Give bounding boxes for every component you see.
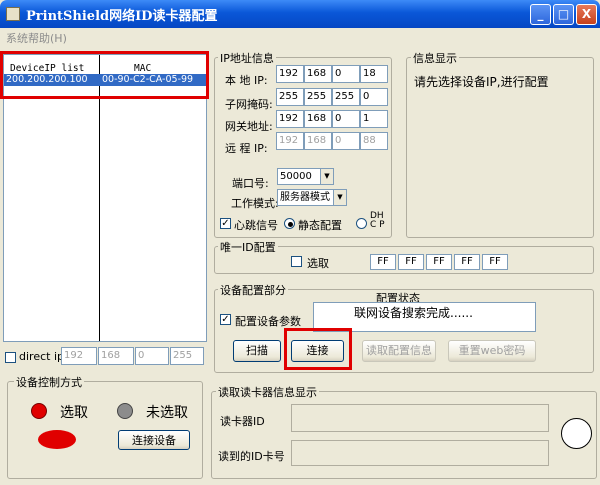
status-led-icon (38, 430, 76, 449)
info-display-legend: 信息显示 (411, 50, 459, 66)
reader-id-field[interactable] (291, 404, 549, 432)
gateway-octet-4[interactable]: 1 (360, 110, 388, 128)
unique-id-byte-3[interactable]: FF (426, 254, 452, 270)
remote-ip-label: 远 程 IP: (225, 142, 268, 155)
direct-ip-checkbox[interactable] (5, 352, 16, 363)
gateway-octet-3[interactable]: 0 (332, 110, 360, 128)
remote-ip-octet-3[interactable]: 0 (332, 132, 360, 150)
direct-ip-label: direct ip (19, 350, 64, 363)
local-ip-octet-3[interactable]: 0 (332, 65, 360, 83)
direct-ip-octet-3[interactable]: 0 (135, 347, 169, 365)
unique-id-byte-4[interactable]: FF (454, 254, 480, 270)
dhcp-label: DHC P (370, 211, 385, 230)
dhcp-radio[interactable] (356, 218, 367, 229)
unselected-indicator-icon (117, 403, 133, 419)
unique-id-select-label: 选取 (307, 257, 329, 270)
config-status-text: 联网设备搜索完成...... (354, 306, 473, 320)
subnet-octet-1[interactable]: 255 (276, 88, 304, 106)
port-select[interactable]: 50000 ▼ (277, 168, 334, 185)
subnet-octet-3[interactable]: 255 (332, 88, 360, 106)
config-params-label: 配置设备参数 (235, 315, 301, 328)
static-radio[interactable] (284, 218, 295, 229)
mode-label: 工作模式: (231, 197, 279, 210)
info-message: 请先选择设备IP,进行配置 (414, 75, 549, 89)
highlight-box-list (0, 51, 209, 99)
port-label: 端口号: (232, 177, 269, 190)
static-label: 静态配置 (298, 219, 342, 232)
reset-web-password-button[interactable]: 重置web密码 (448, 340, 536, 362)
remote-ip-octet-4[interactable]: 88 (360, 132, 388, 150)
mode-select[interactable]: 服务器模式 ▼ (277, 189, 347, 206)
read-config-button[interactable]: 读取配置信息 (362, 340, 436, 362)
mode-value: 服务器模式 (280, 192, 330, 203)
heartbeat-checkbox[interactable]: ✓ (220, 218, 231, 229)
config-legend: 设备配置部分 (218, 282, 288, 298)
window-title: PrintShield网络ID读卡器配置 (26, 9, 218, 24)
ip-info-legend: IP地址信息 (218, 50, 276, 66)
scan-button[interactable]: 扫描 (233, 340, 281, 362)
local-ip-octet-4[interactable]: 18 (360, 65, 388, 83)
minimize-button[interactable]: _ (530, 4, 551, 25)
direct-ip-octet-2[interactable]: 168 (98, 347, 134, 365)
maximize-button[interactable]: □ (553, 4, 574, 25)
local-ip-octet-2[interactable]: 168 (304, 65, 332, 83)
reader-status-indicator-icon (561, 418, 592, 449)
unique-id-byte-1[interactable]: FF (370, 254, 396, 270)
config-params-checkbox[interactable]: ✓ (220, 314, 231, 325)
connect-device-button[interactable]: 连接设备 (118, 430, 190, 450)
reader-id-label: 读卡器ID (220, 415, 265, 428)
close-button[interactable]: X (576, 4, 597, 25)
radio-dot (288, 222, 293, 227)
remote-ip-octet-1[interactable]: 192 (276, 132, 304, 150)
remote-ip-octet-2[interactable]: 168 (304, 132, 332, 150)
chevron-down-icon: ▼ (320, 169, 333, 184)
direct-ip-octet-4[interactable]: 255 (170, 347, 204, 365)
unique-id-checkbox[interactable] (291, 256, 302, 267)
card-id-field[interactable] (291, 440, 549, 466)
heartbeat-label: 心跳信号 (234, 219, 278, 232)
subnet-octet-2[interactable]: 255 (304, 88, 332, 106)
chevron-down-icon: ▼ (333, 190, 346, 205)
port-value: 50000 (280, 171, 312, 182)
unique-id-byte-5[interactable]: FF (482, 254, 508, 270)
menu-help[interactable]: 系统帮助(H) (6, 30, 67, 46)
unselected-label: 未选取 (146, 405, 188, 421)
gateway-label: 网关地址: (225, 120, 273, 133)
card-id-label: 读到的ID卡号 (218, 450, 285, 463)
unique-id-legend: 唯一ID配置 (218, 239, 278, 255)
app-icon (6, 7, 20, 21)
gateway-octet-2[interactable]: 168 (304, 110, 332, 128)
control-legend: 设备控制方式 (14, 374, 84, 390)
title-bar: PrintShield网络ID读卡器配置 _ □ X (0, 0, 600, 28)
direct-ip-octet-1[interactable]: 192 (61, 347, 97, 365)
gateway-octet-1[interactable]: 192 (276, 110, 304, 128)
subnet-octet-4[interactable]: 0 (360, 88, 388, 106)
local-ip-octet-1[interactable]: 192 (276, 65, 304, 83)
menu-bar: 系统帮助(H) (0, 28, 600, 46)
highlight-box-connect (284, 328, 352, 370)
selected-indicator-icon (31, 403, 47, 419)
reader-legend: 读取读卡器信息显示 (216, 384, 319, 400)
selected-label: 选取 (60, 405, 88, 421)
local-ip-label: 本 地 IP: (225, 74, 268, 87)
subnet-label: 子网掩码: (225, 98, 273, 111)
unique-id-byte-2[interactable]: FF (398, 254, 424, 270)
